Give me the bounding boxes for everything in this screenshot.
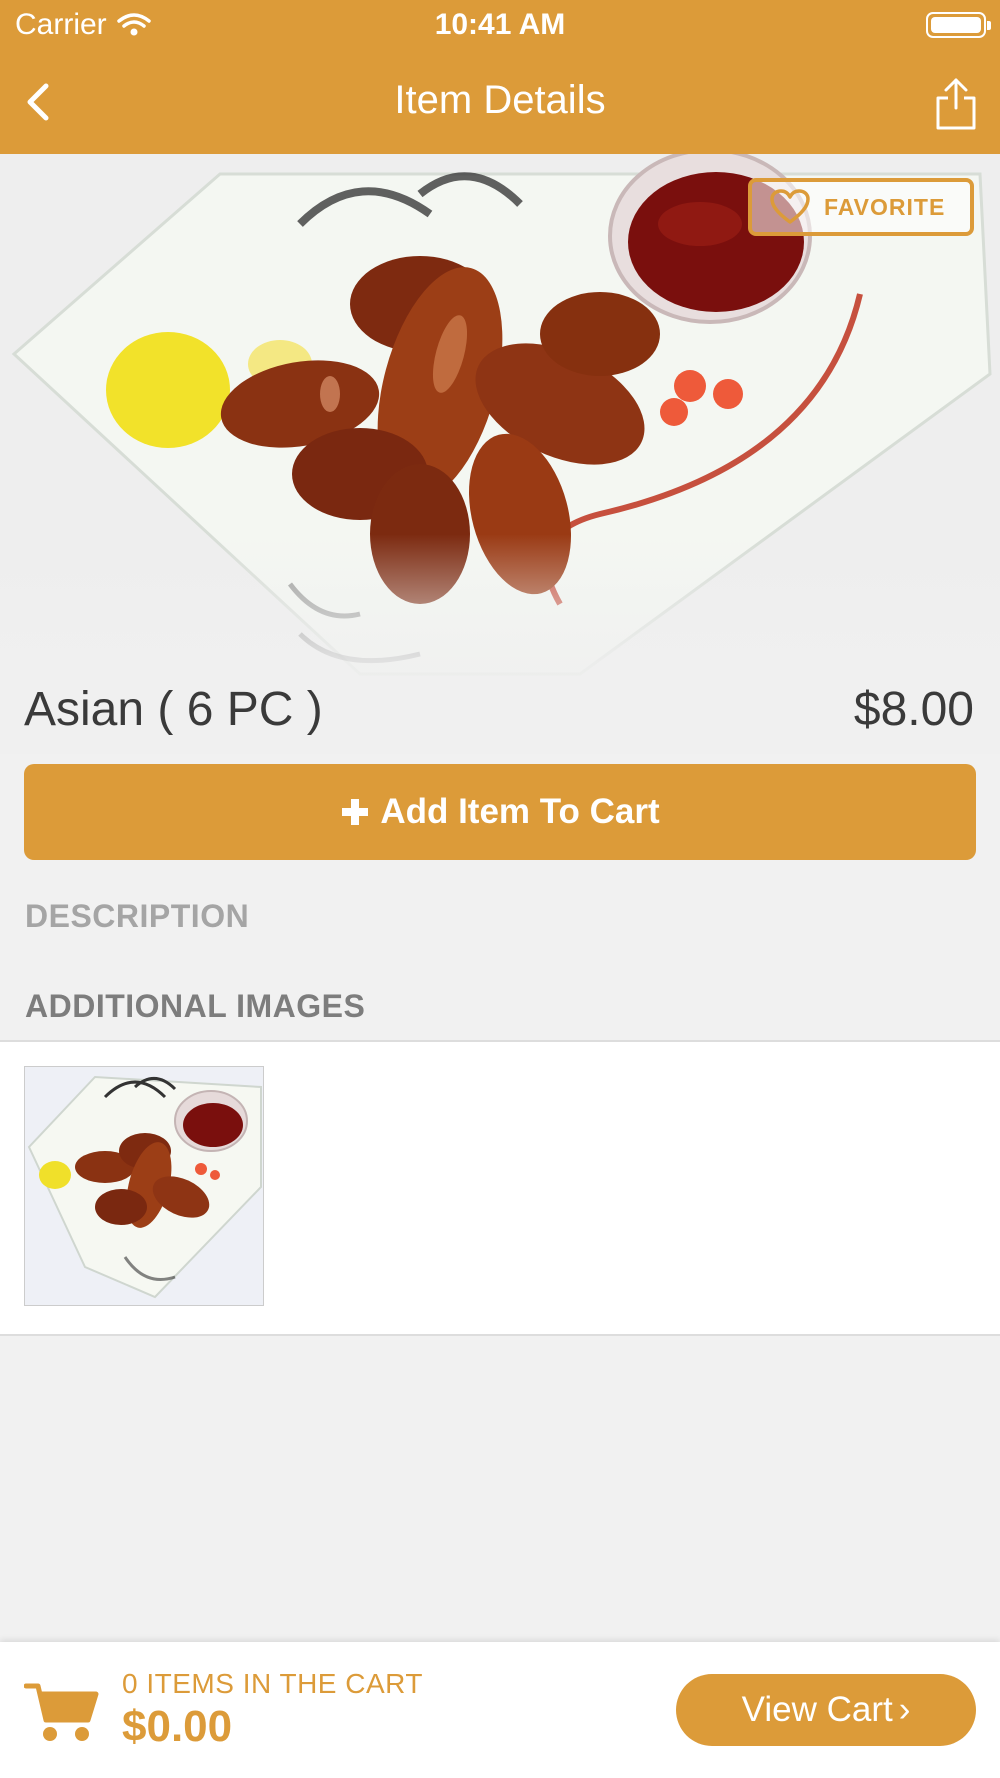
cart-summary-bar: 0 ITEMS IN THE CART $0.00 View Cart › (0, 1642, 1000, 1778)
description-heading: DESCRIPTION (25, 898, 250, 934)
navigation-bar: Carrier 10:41 AM Item Details (0, 0, 1000, 154)
item-price: $8.00 (853, 683, 974, 736)
battery-icon (926, 12, 991, 38)
favorite-label: FAVORITE (824, 193, 946, 220)
status-time: 10:41 AM (434, 8, 566, 41)
shopping-cart-icon[interactable] (24, 1680, 100, 1744)
plus-icon (342, 799, 369, 825)
page-title: Item Details (394, 78, 606, 122)
favorite-button[interactable]: FAVORITE (748, 178, 974, 236)
cart-item-count: 0 ITEMS IN THE CART (122, 1668, 423, 1699)
additional-images-heading: ADDITIONAL IMAGES (25, 988, 366, 1024)
add-to-cart-label: Add Item To Cart (380, 792, 660, 831)
view-cart-button[interactable]: View Cart › (676, 1674, 976, 1746)
additional-image-thumbnail[interactable] (24, 1066, 264, 1306)
item-name: Asian ( 6 PC ) (24, 683, 323, 736)
chicken-wings-thumbnail-photo (25, 1067, 263, 1305)
additional-images-panel (0, 1040, 1000, 1336)
cart-total: $0.00 (122, 1702, 233, 1751)
chevron-right-icon: › (898, 1690, 911, 1729)
heart-icon (770, 189, 810, 224)
view-cart-label: View Cart (741, 1690, 893, 1729)
share-button[interactable] (934, 76, 978, 130)
add-to-cart-button[interactable]: Add Item To Cart (24, 764, 976, 860)
item-hero-image (0, 154, 1000, 754)
